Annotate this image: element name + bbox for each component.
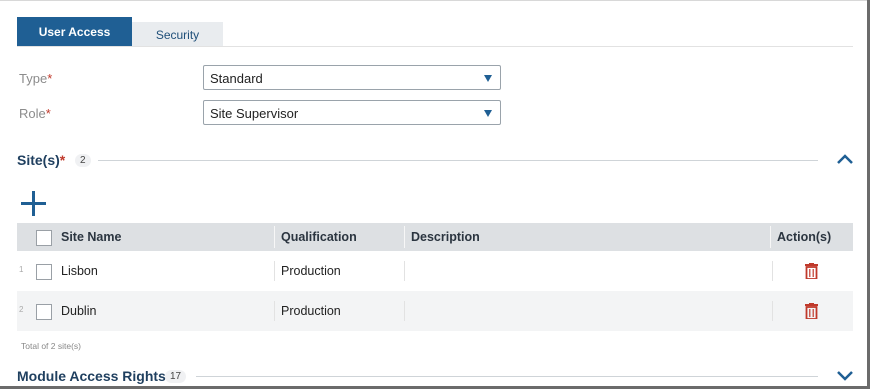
sites-total-text: Total of 2 site(s) (21, 341, 81, 351)
column-divider (770, 226, 771, 248)
sites-count-badge: 2 (75, 154, 91, 167)
sites-table-header: Site Name Qualification Description Acti… (17, 223, 853, 251)
module-section-title: Module Access Rights (17, 368, 166, 384)
type-label-text: Type (19, 71, 48, 86)
sites-title-text: Site(s) (17, 152, 60, 168)
collapse-chevron-up-icon[interactable] (836, 153, 854, 165)
sites-required-mark: * (59, 152, 66, 168)
type-select[interactable]: Standard (203, 65, 501, 90)
module-count-badge: 17 (165, 370, 187, 383)
role-select[interactable]: Site Supervisor (203, 100, 501, 125)
table-row[interactable]: 2 Dublin Production (17, 291, 853, 331)
delete-trash-icon[interactable] (805, 263, 818, 279)
select-all-checkbox[interactable] (36, 230, 52, 246)
dropdown-arrow-icon (484, 110, 492, 117)
row-number: 2 (19, 305, 24, 314)
row-number: 1 (19, 265, 24, 274)
row-checkbox[interactable] (36, 264, 52, 280)
column-divider (274, 226, 275, 248)
module-section-rule (196, 376, 818, 377)
col-actions: Action(s) (777, 230, 832, 244)
type-select-value: Standard (210, 71, 263, 86)
cell-divider (274, 261, 275, 281)
cell-divider (404, 261, 405, 281)
row-checkbox[interactable] (36, 304, 52, 320)
col-site-name[interactable]: Site Name (61, 223, 121, 251)
cell-divider (274, 301, 275, 321)
role-select-value: Site Supervisor (210, 106, 299, 121)
cell-divider (404, 301, 405, 321)
add-site-plus-icon[interactable] (20, 190, 47, 217)
site-name-cell: Lisbon (61, 264, 98, 278)
role-label: Role* (19, 106, 51, 121)
col-description[interactable]: Description (411, 223, 480, 251)
qualification-cell: Production (281, 264, 341, 278)
tab-security[interactable]: Security (132, 22, 223, 47)
site-name-cell: Dublin (61, 304, 97, 318)
column-divider (404, 226, 405, 248)
cell-divider (772, 301, 773, 321)
role-label-text: Role (19, 106, 46, 121)
cell-divider (772, 261, 773, 281)
dropdown-arrow-icon (484, 75, 492, 82)
tab-user-access[interactable]: User Access (17, 17, 132, 47)
role-required-mark: * (45, 106, 51, 121)
type-label: Type* (19, 71, 52, 86)
qualification-cell: Production (281, 304, 341, 318)
table-row[interactable]: 1 Lisbon Production (17, 251, 853, 291)
delete-trash-icon[interactable] (805, 303, 818, 319)
sites-section-title: Site(s)* (17, 152, 65, 168)
expand-chevron-down-icon[interactable] (836, 370, 854, 382)
module-title-text: Module Access Rights (17, 368, 166, 384)
col-qualification[interactable]: Qualification (281, 223, 357, 251)
type-required-mark: * (47, 71, 53, 86)
tab-divider (17, 46, 853, 47)
sites-section-rule (98, 160, 818, 161)
